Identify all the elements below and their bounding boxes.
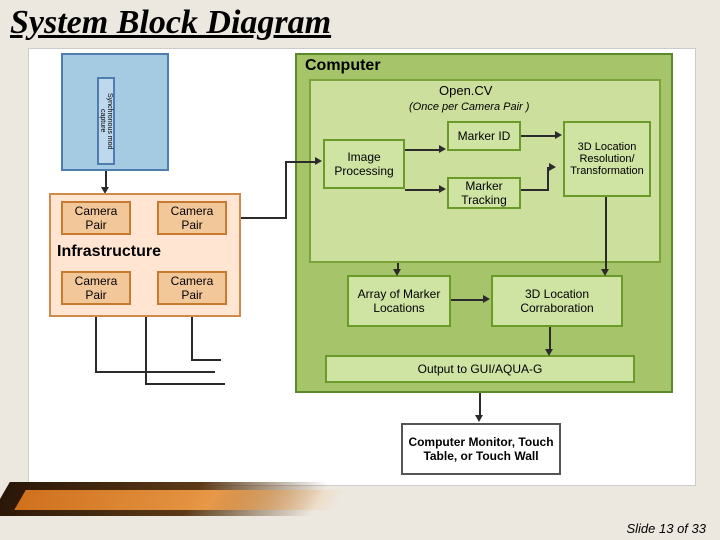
computer-heading: Computer xyxy=(305,57,381,75)
decor-stripe-orange xyxy=(14,490,346,510)
gloves-box xyxy=(61,53,169,171)
footer-slide-word: Slide xyxy=(626,521,655,536)
camera-pair-3: Camera Pair xyxy=(61,271,131,305)
marker-id: Marker ID xyxy=(447,121,521,151)
image-processing: Image Processing xyxy=(323,139,405,189)
slide-footer: Slide 13 of 33 xyxy=(626,521,706,536)
footer-page-number: 13 of 33 xyxy=(659,521,706,536)
infra-heading: Infrastructure xyxy=(57,243,161,261)
output-box: Output to GUI/AQUA-G xyxy=(325,355,635,383)
gloves-sync: Synchronous mod capture xyxy=(97,77,115,165)
camera-pair-1: Camera Pair xyxy=(61,201,131,235)
opencv-note: (Once per Camera Pair ) xyxy=(409,101,529,113)
page-title: System Block Diagram xyxy=(0,0,720,46)
opencv-heading: Open.CV xyxy=(439,83,492,98)
camera-pair-4: Camera Pair xyxy=(157,271,227,305)
location-resolution: 3D Location Resolution/ Transformation xyxy=(563,121,651,197)
diagram-canvas: Gloves Synchronous mod capture Camera Pa… xyxy=(28,48,696,486)
array-marker-locations: Array of Marker Locations xyxy=(347,275,451,327)
marker-tracking: Marker Tracking xyxy=(447,177,521,209)
monitor-box: Computer Monitor, Touch Table, or Touch … xyxy=(401,423,561,475)
camera-pair-2: Camera Pair xyxy=(157,201,227,235)
location-corraboration: 3D Location Corraboration xyxy=(491,275,623,327)
